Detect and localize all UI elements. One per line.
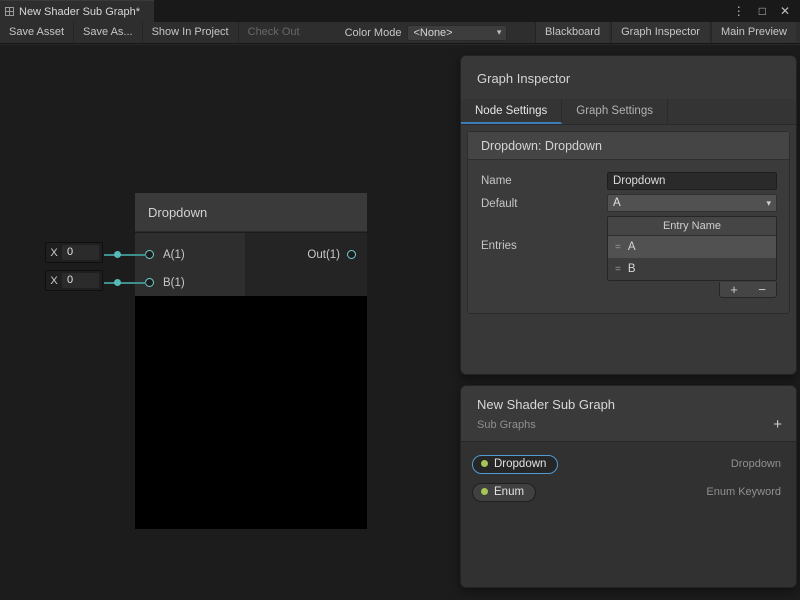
edge-dot-b — [114, 279, 121, 286]
window-controls: ⋮ □ ✕ — [733, 0, 800, 22]
color-mode-label: Color Mode — [339, 27, 408, 39]
property-dot-icon — [481, 488, 488, 495]
node-input-column — [135, 233, 245, 296]
property-type: Enum Keyword — [706, 486, 781, 498]
node-settings-section: Dropdown: Dropdown Name Default A ▾ — [467, 131, 790, 314]
input-port-a[interactable] — [145, 250, 154, 259]
default-dropdown-value: A — [613, 197, 621, 209]
toolbar: Save Asset Save As... Show In Project Ch… — [0, 22, 800, 44]
graph-inspector-title: Graph Inspector — [461, 56, 796, 99]
inline-input-a[interactable]: X 0 — [45, 242, 103, 263]
default-field-row: Default A ▾ — [481, 193, 777, 213]
chevron-down-icon: ▾ — [497, 27, 502, 38]
window-tab-bar: New Shader Sub Graph* ⋮ □ ✕ — [0, 0, 800, 22]
shader-graph-window: New Shader Sub Graph* ⋮ □ ✕ Save Asset S… — [0, 0, 800, 600]
entry-row-b[interactable]: = B — [608, 258, 776, 280]
color-mode-dropdown[interactable]: <None> ▾ — [407, 25, 507, 41]
axis-label: X — [46, 247, 62, 259]
tab-graph-settings[interactable]: Graph Settings — [562, 99, 668, 124]
entries-label: Entries — [481, 216, 607, 252]
inline-input-b[interactable]: X 0 — [45, 270, 103, 291]
shader-graph-icon — [5, 7, 14, 16]
blackboard-row-dropdown: Dropdown Dropdown — [461, 450, 796, 478]
property-name: Dropdown — [494, 458, 546, 470]
menu-icon[interactable]: ⋮ — [733, 4, 745, 18]
blackboard-title: New Shader Sub Graph — [477, 397, 780, 412]
property-pill-dropdown[interactable]: Dropdown — [472, 455, 558, 474]
chevron-down-icon: ▾ — [766, 198, 771, 209]
edge-dot-a — [114, 251, 121, 258]
entries-header: Entry Name — [608, 217, 776, 236]
entry-row-a[interactable]: = A — [608, 236, 776, 258]
color-mode-value: <None> — [413, 27, 452, 39]
toolbar-right-group: Blackboard Graph Inspector Main Preview — [533, 22, 800, 43]
entry-name: B — [628, 263, 636, 275]
value-field-a[interactable]: 0 — [62, 245, 99, 260]
add-entry-button[interactable]: + — [730, 283, 738, 297]
section-body: Name Default A ▾ Entries — [468, 160, 789, 313]
save-asset-button[interactable]: Save Asset — [0, 22, 74, 43]
blackboard-row-enum: Enum Enum Keyword — [461, 478, 796, 506]
entries-field-row: Entries Entry Name = A = B — [481, 216, 777, 298]
close-icon[interactable]: ✕ — [780, 4, 790, 18]
blackboard-header: New Shader Sub Graph Sub Graphs + — [461, 386, 796, 442]
section-title: Dropdown: Dropdown — [468, 132, 789, 160]
main-preview-toggle-button[interactable]: Main Preview — [711, 22, 796, 43]
save-as-button[interactable]: Save As... — [74, 22, 143, 43]
check-out-button: Check Out — [239, 22, 309, 43]
port-label-out: Out(1) — [290, 248, 340, 262]
name-field-row: Name — [481, 170, 777, 190]
show-in-project-button[interactable]: Show In Project — [143, 22, 239, 43]
entries-add-remove: + − — [719, 282, 777, 298]
entries-footer: + − — [607, 282, 777, 298]
entries-list: Entry Name = A = B — [607, 216, 777, 281]
entry-name: A — [628, 241, 636, 253]
blackboard-toggle-button[interactable]: Blackboard — [535, 22, 609, 43]
add-property-button[interactable]: + — [773, 416, 782, 433]
remove-entry-button[interactable]: − — [758, 283, 766, 297]
node-preview — [135, 296, 367, 529]
graph-inspector-toggle-button[interactable]: Graph Inspector — [611, 22, 709, 43]
default-dropdown[interactable]: A ▾ — [607, 194, 777, 212]
property-type: Dropdown — [731, 458, 781, 470]
property-name: Enum — [494, 486, 524, 498]
blackboard-subtitle: Sub Graphs — [477, 419, 780, 431]
axis-label: X — [46, 275, 62, 287]
port-label-a: A(1) — [163, 248, 185, 262]
drag-handle-icon[interactable]: = — [615, 242, 621, 253]
blackboard-items: Dropdown Dropdown Enum Enum Keyword — [461, 442, 796, 506]
inspector-tabs: Node Settings Graph Settings — [461, 99, 796, 125]
edge-a — [104, 254, 146, 256]
value-field-b[interactable]: 0 — [62, 273, 99, 288]
blackboard-panel: New Shader Sub Graph Sub Graphs + Dropdo… — [460, 385, 797, 588]
tab-node-settings[interactable]: Node Settings — [461, 99, 562, 124]
property-pill-enum[interactable]: Enum — [472, 483, 536, 502]
maximize-icon[interactable]: □ — [759, 4, 766, 18]
tab-title: New Shader Sub Graph* — [19, 6, 140, 18]
name-label: Name — [481, 173, 607, 187]
property-dot-icon — [481, 460, 488, 467]
node-header[interactable]: Dropdown — [135, 193, 367, 232]
drag-handle-icon[interactable]: = — [615, 264, 621, 275]
edge-b — [104, 282, 146, 284]
graph-inspector-panel: Graph Inspector Node Settings Graph Sett… — [460, 55, 797, 375]
input-port-b[interactable] — [145, 278, 154, 287]
output-port-out[interactable] — [347, 250, 356, 259]
name-input[interactable] — [607, 172, 777, 190]
document-tab[interactable]: New Shader Sub Graph* — [0, 0, 154, 22]
port-label-b: B(1) — [163, 276, 185, 290]
default-label: Default — [481, 196, 607, 210]
